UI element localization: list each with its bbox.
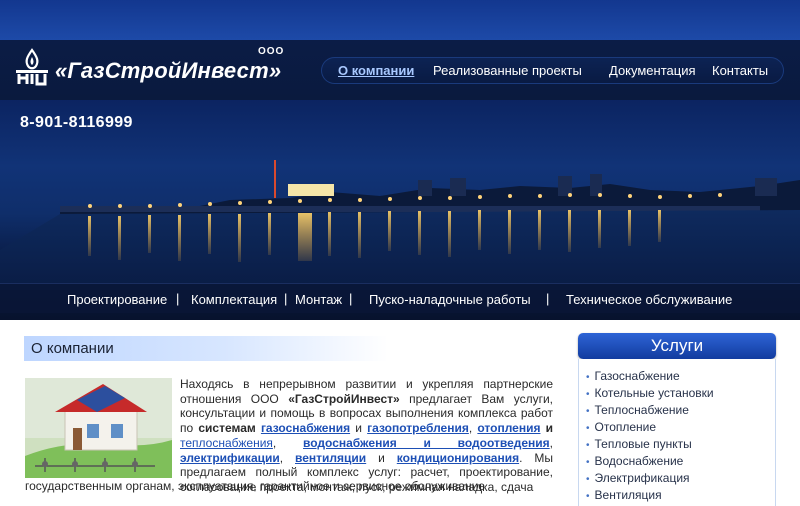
nav-item-contacts[interactable]: Контакты xyxy=(712,63,768,78)
link-heating[interactable]: отопления xyxy=(477,421,540,435)
bullet-icon: • xyxy=(586,440,590,451)
about-text-part: , xyxy=(549,435,554,450)
about-text-part: и xyxy=(540,421,554,436)
services-header: Услуги xyxy=(578,333,776,359)
service-electrification[interactable]: • Электрификация xyxy=(586,471,714,488)
house-illustration xyxy=(25,378,172,478)
about-text-part: , xyxy=(279,450,296,465)
bullet-icon: • xyxy=(586,423,590,434)
service-label: Теплоснабжение xyxy=(594,403,689,417)
service-heat-points[interactable]: • Тепловые пункты xyxy=(586,437,714,454)
strip-separator: | xyxy=(284,291,288,306)
services-title: Услуги xyxy=(650,336,704,355)
logo-suffix: ООО xyxy=(258,46,285,57)
strip-design[interactable]: Проектирование xyxy=(67,292,167,307)
nav-item-about[interactable]: О компании xyxy=(338,63,414,78)
page-title: О компании xyxy=(31,340,114,357)
service-label: Тепловые пункты xyxy=(594,437,692,451)
main-nav: О компании Реализованные проекты Докумен… xyxy=(321,57,784,84)
link-gas-supply[interactable]: газоснабжения xyxy=(261,421,350,435)
phone-number: 8-901-8116999 xyxy=(20,114,133,131)
bullet-icon: • xyxy=(586,491,590,502)
link-electrification[interactable]: электрификации xyxy=(180,451,280,465)
strip-separator: | xyxy=(546,291,550,306)
service-heat-supply[interactable]: • Теплоснабжение xyxy=(586,403,714,420)
top-band xyxy=(0,0,800,40)
services-strip: Проектирование | Комплектация | Монтаж |… xyxy=(0,283,800,313)
strip-installation[interactable]: Монтаж xyxy=(295,292,342,307)
service-label: Вентиляция xyxy=(594,488,662,502)
nav-item-documentation[interactable]: Документация xyxy=(609,63,696,78)
bullet-icon: • xyxy=(586,389,590,400)
services-list: • Газоснабжение • Котельные установки • Теп… xyxy=(586,369,714,505)
logo-text: «ГазСтройИнвест» xyxy=(55,58,282,83)
service-label: Отопление xyxy=(594,420,657,434)
link-heat-supply[interactable]: теплоснабжения xyxy=(180,436,273,450)
about-paragraph: Находясь в непрерывном развитии и укрепл… xyxy=(180,377,553,495)
strip-separator: | xyxy=(176,291,180,306)
service-boilers[interactable]: • Котельные установки xyxy=(586,386,714,403)
strip-equipment[interactable]: Комплектация xyxy=(191,292,277,307)
service-heating[interactable]: • Отопление xyxy=(586,420,714,437)
about-text-part: , xyxy=(272,435,304,450)
nav-item-projects[interactable]: Реализованные проекты xyxy=(433,63,582,78)
company-name: «ГазСтройИнвест» xyxy=(288,391,400,406)
link-ventilation[interactable]: вентиляции xyxy=(295,451,366,465)
service-label: Электрификация xyxy=(594,471,690,485)
service-water-supply[interactable]: • Водоснабжение xyxy=(586,454,714,471)
logo[interactable]: «ГазСтройИнвест» xyxy=(15,46,281,90)
strip-commissioning[interactable]: Пуско-наладочные работы xyxy=(369,292,531,307)
about-text-part: и xyxy=(366,450,397,465)
about-paragraph-tail: государственным органам, эксплуатация, г… xyxy=(25,479,485,493)
bullet-icon: • xyxy=(586,372,590,383)
service-label: Водоснабжение xyxy=(594,454,684,468)
link-conditioning[interactable]: кондиционирования xyxy=(397,451,519,465)
service-ventilation[interactable]: • Вентиляция xyxy=(586,488,714,505)
site-header: «ГазСтройИнвест» ООО О компании Реализов… xyxy=(0,40,800,320)
night-city-photo xyxy=(0,160,800,290)
content-title-bar: О компании xyxy=(24,336,388,361)
about-text-part: и xyxy=(350,421,368,436)
service-label: Газоснабжение xyxy=(594,369,680,383)
service-gas-supply[interactable]: • Газоснабжение xyxy=(586,369,714,386)
gas-flame-logo-icon xyxy=(16,48,48,86)
link-gas-consumption[interactable]: газопотребления xyxy=(367,421,469,435)
link-water-supply[interactable]: водоснабжения и водоотведения xyxy=(303,436,550,450)
strip-separator: | xyxy=(349,291,353,306)
bullet-icon: • xyxy=(586,406,590,417)
bullet-icon: • xyxy=(586,457,590,468)
bullet-icon: • xyxy=(586,474,590,485)
service-label: Котельные установки xyxy=(594,386,714,400)
strip-maintenance[interactable]: Техническое обслуживание xyxy=(566,292,732,307)
about-systems: системам xyxy=(198,421,256,436)
